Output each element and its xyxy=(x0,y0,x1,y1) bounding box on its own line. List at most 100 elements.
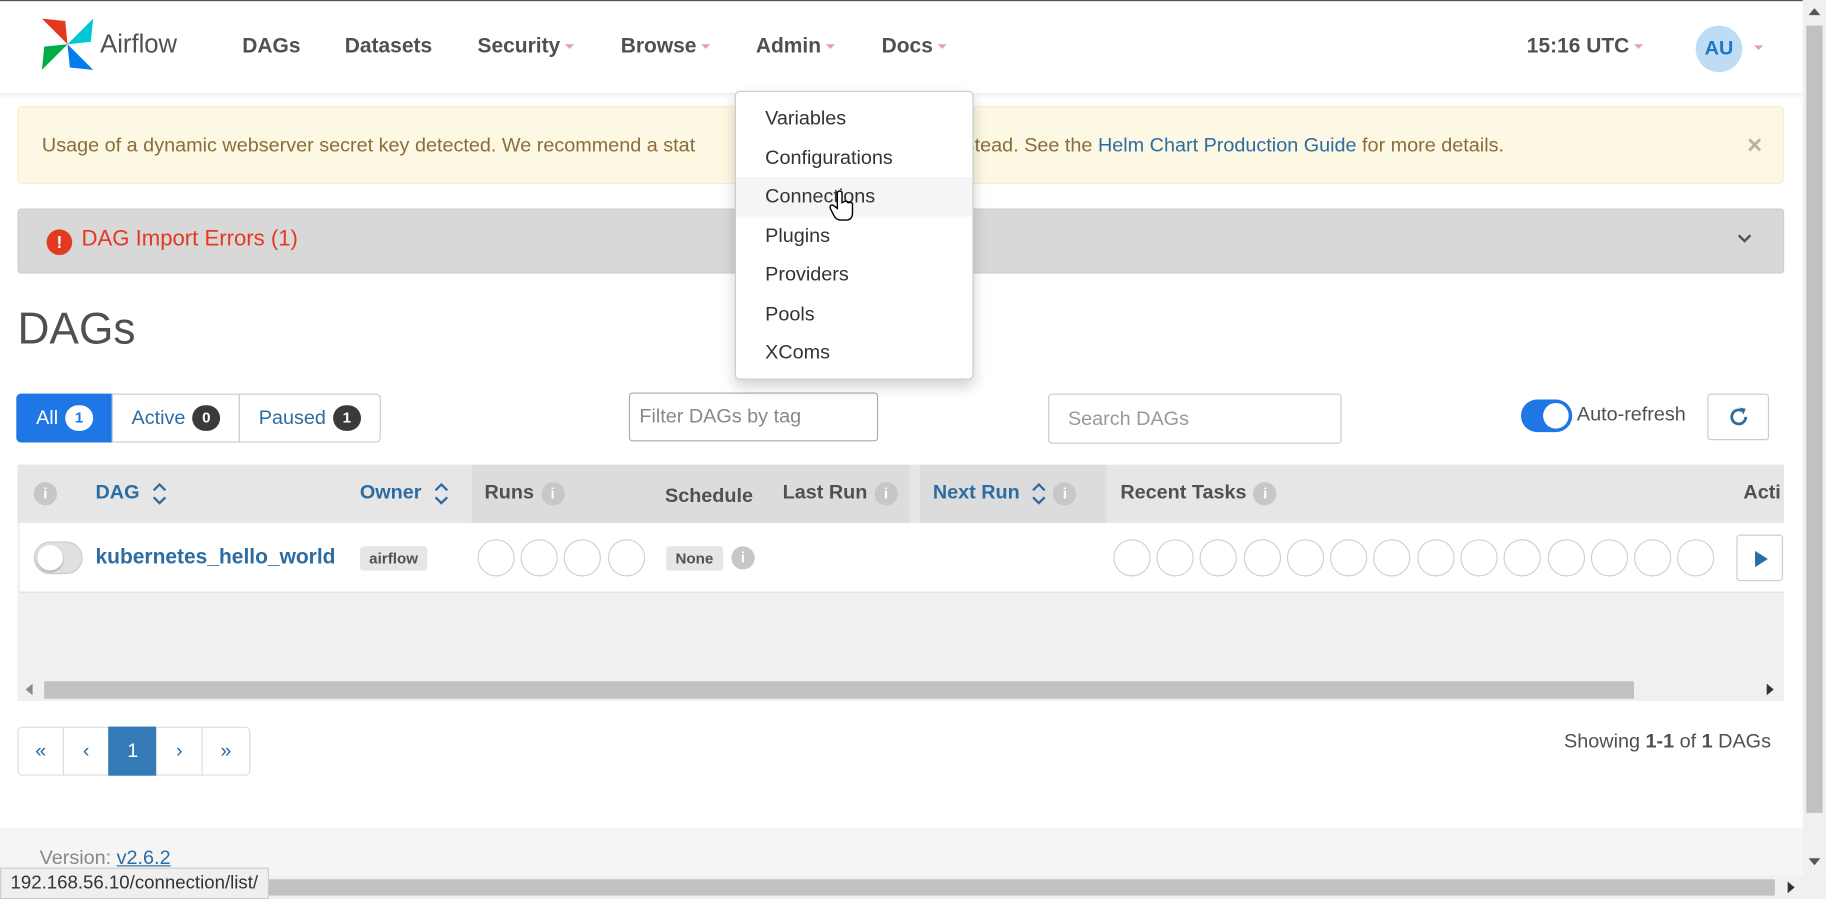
menu-item-xcoms[interactable]: XComs xyxy=(736,333,972,372)
scrollbar-thumb[interactable] xyxy=(260,879,1775,896)
scroll-up-icon[interactable] xyxy=(1808,7,1821,16)
utc-clock[interactable]: 15:16 UTC xyxy=(1526,33,1644,58)
version-info: Version: v2.6.2 xyxy=(40,847,171,870)
scroll-down-icon[interactable] xyxy=(1808,857,1821,866)
brand[interactable]: Airflow xyxy=(40,16,177,72)
airflow-page: Airflow DAGs Datasets Security Browse Ad… xyxy=(0,0,1826,899)
showing-of: of xyxy=(1674,730,1702,753)
task-state-circle[interactable] xyxy=(1113,539,1151,577)
nav-browse-label: Browse xyxy=(620,33,697,58)
sort-icon xyxy=(1032,482,1046,505)
page-last-button[interactable]: » xyxy=(201,726,251,776)
header-next-run[interactable]: Next Run i xyxy=(933,481,1077,505)
nav-dags[interactable]: DAGs xyxy=(242,34,300,58)
page-first-button[interactable]: « xyxy=(17,726,65,776)
menu-item-configurations[interactable]: Configurations xyxy=(736,138,972,177)
version-link[interactable]: v2.6.2 xyxy=(117,847,171,869)
play-icon xyxy=(1755,550,1768,568)
user-avatar[interactable]: AU xyxy=(1695,25,1743,73)
filter-active-button[interactable]: Active 0 xyxy=(111,393,241,443)
alert-text-middle: nstead. See the xyxy=(953,133,1098,157)
header-recent-tasks: Recent Tasks i xyxy=(1120,481,1277,505)
scroll-right-icon[interactable] xyxy=(1786,881,1795,894)
dag-pause-toggle[interactable] xyxy=(33,541,83,575)
scroll-left-icon[interactable] xyxy=(24,683,33,696)
page-horizontal-scrollbar[interactable] xyxy=(260,875,1826,899)
nav-datasets[interactable]: Datasets xyxy=(345,34,432,58)
toggle-knob xyxy=(1543,402,1569,429)
filter-all-button[interactable]: All 1 xyxy=(16,393,113,443)
task-state-circle[interactable] xyxy=(1590,539,1629,577)
owner-tag[interactable]: airflow xyxy=(359,546,428,571)
nav-security[interactable]: Security xyxy=(477,33,575,58)
info-icon[interactable]: i xyxy=(33,481,58,505)
auto-refresh-toggle[interactable] xyxy=(1520,399,1573,433)
avatar-caret-icon[interactable] xyxy=(1753,45,1764,51)
task-state-circle[interactable] xyxy=(1677,539,1715,577)
info-icon[interactable]: i xyxy=(731,546,755,570)
auto-refresh-label: Auto-refresh xyxy=(1576,402,1686,426)
nav-docs[interactable]: Docs xyxy=(882,34,947,58)
nav-admin[interactable]: Admin xyxy=(755,33,836,58)
task-state-circle[interactable] xyxy=(1417,539,1455,577)
task-state-circle[interactable] xyxy=(1460,539,1498,577)
scrollbar-thumb[interactable] xyxy=(44,681,1634,699)
task-state-circle[interactable] xyxy=(1156,539,1194,577)
sort-icon xyxy=(152,482,166,505)
task-state-circle[interactable] xyxy=(1503,539,1541,577)
alert-close-button[interactable]: × xyxy=(1747,130,1762,160)
nav-browse[interactable]: Browse xyxy=(621,34,711,58)
menu-item-providers[interactable]: Providers xyxy=(736,255,972,294)
scrollbar-thumb[interactable] xyxy=(1806,25,1823,813)
menu-item-pools[interactable]: Pools xyxy=(736,294,972,333)
refresh-button[interactable] xyxy=(1707,393,1770,441)
admin-dropdown-menu: Variables Configurations Connections Plu… xyxy=(734,90,974,380)
task-state-circle[interactable] xyxy=(1286,539,1325,577)
nav-security-label: Security xyxy=(477,33,561,58)
info-icon[interactable]: i xyxy=(1053,481,1077,505)
header-owner[interactable]: Owner xyxy=(360,481,448,505)
run-state-circle[interactable] xyxy=(607,539,646,577)
run-state-circle[interactable] xyxy=(563,539,601,577)
search-dags-input[interactable]: Search DAGs xyxy=(1048,393,1342,444)
helm-guide-link[interactable]: Helm Chart Production Guide xyxy=(1098,134,1357,156)
header-last-run: Last Run i xyxy=(783,481,898,505)
task-state-circle[interactable] xyxy=(1329,539,1368,577)
filter-all-count: 1 xyxy=(65,405,94,431)
link-status-url: 192.168.56.10/connection/list/ xyxy=(0,867,269,899)
header-runs: Runs i xyxy=(484,480,565,505)
info-icon[interactable]: i xyxy=(540,481,565,505)
task-state-circle[interactable] xyxy=(1243,539,1282,577)
task-state-circle[interactable] xyxy=(1373,539,1411,577)
task-state-circle[interactable] xyxy=(1633,539,1672,577)
task-state-circle[interactable] xyxy=(1547,539,1586,577)
header-owner-label: Owner xyxy=(359,480,422,504)
header-dag[interactable]: DAG xyxy=(95,481,166,505)
run-state-circle[interactable] xyxy=(477,539,515,577)
table-horizontal-scrollbar[interactable] xyxy=(17,677,1785,702)
header-runs-label: Runs xyxy=(484,480,534,504)
filter-paused-button[interactable]: Paused 1 xyxy=(238,393,381,443)
run-state-circle[interactable] xyxy=(520,539,558,577)
scroll-right-icon[interactable] xyxy=(1766,683,1775,696)
dag-id-link[interactable]: kubernetes_hello_world xyxy=(95,545,335,569)
refresh-icon xyxy=(1729,407,1747,426)
info-icon[interactable]: i xyxy=(1253,481,1277,505)
page-vertical-scrollbar[interactable] xyxy=(1802,0,1826,876)
nav-admin-label: Admin xyxy=(755,33,822,58)
clock-label: 15:16 UTC xyxy=(1526,33,1630,58)
page-prev-button[interactable]: ‹ xyxy=(62,726,110,776)
tag-filter-input[interactable]: Filter DAGs by tag xyxy=(628,392,879,442)
menu-item-variables[interactable]: Variables xyxy=(736,99,972,138)
task-state-circle[interactable] xyxy=(1199,539,1237,577)
caret-down-icon xyxy=(1633,44,1644,50)
chevron-down-icon xyxy=(1737,234,1752,243)
filter-all-label: All xyxy=(36,406,59,429)
sort-icon xyxy=(434,482,448,505)
page-current-button[interactable]: 1 xyxy=(108,726,158,776)
page-title: DAGs xyxy=(17,305,136,355)
trigger-dag-button[interactable] xyxy=(1736,534,1784,582)
page-next-button[interactable]: › xyxy=(156,726,203,776)
nav-docs-label: Docs xyxy=(881,33,933,58)
info-icon[interactable]: i xyxy=(874,481,898,505)
